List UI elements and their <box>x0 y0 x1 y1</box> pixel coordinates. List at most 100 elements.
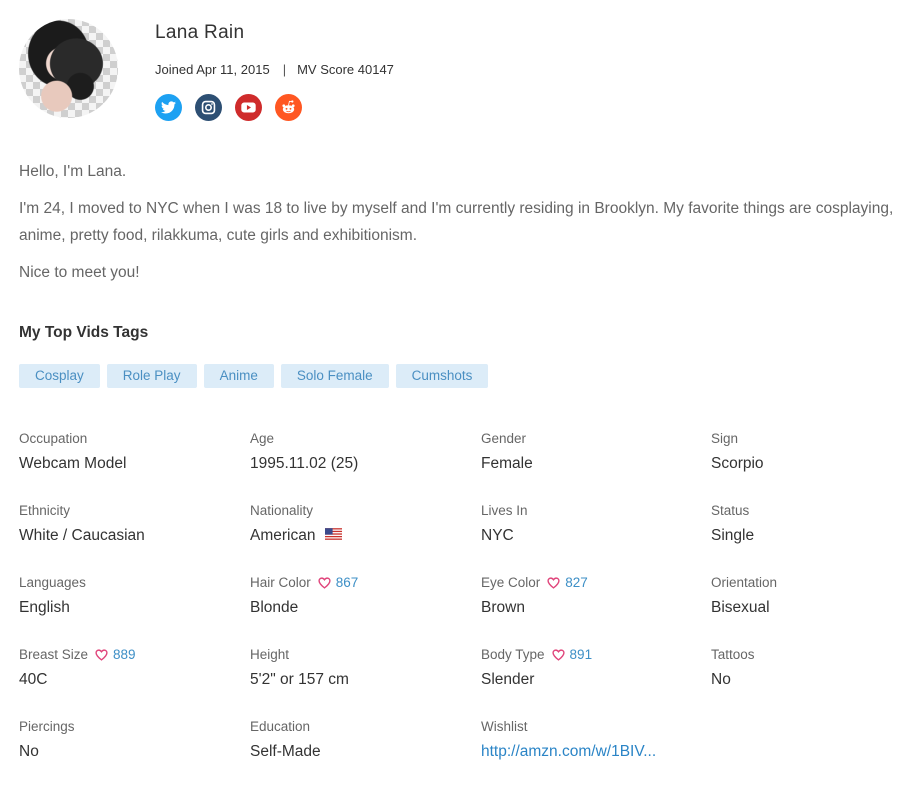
detail-status: Status Single <box>711 502 901 574</box>
heart-icon[interactable] <box>95 648 108 661</box>
bio-paragraph: Hello, I'm Lana. <box>19 163 127 180</box>
detail-occupation: Occupation Webcam Model <box>19 430 250 502</box>
detail-value-text: Slender <box>481 671 535 688</box>
detail-value: 40C <box>19 671 250 689</box>
tags-title: My Top Vids Tags <box>19 324 149 341</box>
detail-value: No <box>19 743 250 761</box>
bio-paragraph: Nice to meet you! <box>19 264 140 281</box>
detail-breast-size: Breast Size 889 40C <box>19 646 250 718</box>
detail-label-text: Gender <box>481 431 527 446</box>
detail-label: Occupation <box>19 430 250 447</box>
tag-chip[interactable]: Cosplay <box>19 364 100 388</box>
detail-nationality: Nationality American <box>250 502 481 574</box>
twitter-link[interactable] <box>155 94 182 121</box>
tag-list: Cosplay Role Play Anime Solo Female Cums… <box>19 364 489 388</box>
detail-label: Ethnicity <box>19 502 250 519</box>
bio-text: Hello, I'm Lana. I'm 24, I moved to NYC … <box>19 158 899 296</box>
reddit-link[interactable] <box>275 94 302 121</box>
detail-value: No <box>711 671 901 689</box>
detail-sign: Sign Scorpio <box>711 430 901 502</box>
detail-value-text: Webcam Model <box>19 455 127 472</box>
detail-label: Orientation <box>711 574 901 591</box>
detail-label: Nationality <box>250 502 481 519</box>
detail-value: English <box>19 599 250 617</box>
joined-date: Joined Apr 11, 2015 <box>155 62 270 77</box>
detail-value: Bisexual <box>711 599 901 617</box>
youtube-link[interactable] <box>235 94 262 121</box>
detail-label-text: Education <box>250 719 311 734</box>
like-count: 827 <box>565 575 588 590</box>
detail-label: Height <box>250 646 481 663</box>
detail-gender: Gender Female <box>481 430 711 502</box>
instagram-icon <box>201 100 216 115</box>
detail-eye-color: Eye Color 827 Brown <box>481 574 711 646</box>
detail-label-text: Languages <box>19 575 86 590</box>
detail-value-text: No <box>711 671 731 688</box>
detail-value: http://amzn.com/w/1BIV... <box>481 743 711 761</box>
tag-chip[interactable]: Role Play <box>106 364 197 388</box>
detail-value: Scorpio <box>711 455 901 473</box>
like-count: 889 <box>113 647 136 662</box>
detail-value-text: Single <box>711 527 755 544</box>
like-count: 867 <box>335 575 359 590</box>
heart-icon[interactable] <box>547 576 560 589</box>
detail-label-text: Lives In <box>481 503 528 518</box>
detail-label: Eye Color 827 <box>481 574 711 591</box>
detail-value-text: White / Caucasian <box>19 527 145 544</box>
tag-chip[interactable]: Anime <box>203 364 274 388</box>
detail-value-text: 40C <box>19 671 48 688</box>
detail-value-text: Self-Made <box>250 743 321 760</box>
tag-chip[interactable]: Cumshots <box>395 364 489 388</box>
detail-value-text: Scorpio <box>711 455 764 472</box>
detail-value: Webcam Model <box>19 455 250 473</box>
detail-value: 1995.11.02 (25) <box>250 455 481 473</box>
detail-label-text: Breast Size <box>19 647 89 662</box>
profile-avatar[interactable] <box>19 19 118 118</box>
profile-details: Occupation Webcam Model Age 1995.11.02 (25)… <box>19 430 899 790</box>
detail-label-text: Height <box>250 647 290 662</box>
detail-value-text: NYC <box>481 527 514 544</box>
detail-label: Languages <box>19 574 250 591</box>
detail-value: American <box>250 527 481 545</box>
us-flag-icon <box>325 527 343 545</box>
detail-label: Sign <box>711 430 901 447</box>
meta-separator: | <box>282 62 287 77</box>
detail-piercings: Piercings No <box>19 718 250 790</box>
detail-ethnicity: Ethnicity White / Caucasian <box>19 502 250 574</box>
detail-label: Tattoos <box>711 646 901 663</box>
detail-value-text: American <box>250 527 316 544</box>
heart-icon[interactable] <box>318 576 331 589</box>
detail-label: Piercings <box>19 718 250 735</box>
detail-value: Female <box>481 455 711 473</box>
youtube-icon <box>241 102 256 113</box>
detail-label: Wishlist <box>481 718 711 735</box>
detail-label: Lives In <box>481 502 711 519</box>
detail-label-text: Ethnicity <box>19 503 71 518</box>
detail-value: Slender <box>481 671 711 689</box>
detail-value: Single <box>711 527 901 545</box>
like-count: 891 <box>569 647 593 662</box>
detail-label: Education <box>250 718 481 735</box>
detail-label: Breast Size 889 <box>19 646 250 663</box>
detail-value-text: English <box>19 599 70 616</box>
detail-value: NYC <box>481 527 711 545</box>
detail-height: Height 5'2" or 157 cm <box>250 646 481 718</box>
detail-value: Brown <box>481 599 711 617</box>
instagram-link[interactable] <box>195 94 222 121</box>
detail-education: Education Self-Made <box>250 718 481 790</box>
detail-value-text: 1995.11.02 (25) <box>250 455 359 472</box>
detail-value-text: Female <box>481 455 533 472</box>
detail-lives-in: Lives In NYC <box>481 502 711 574</box>
detail-label-text: Orientation <box>711 575 778 590</box>
tag-chip[interactable]: Solo Female <box>280 364 389 388</box>
detail-hair-color: Hair Color 867 Blonde <box>250 574 481 646</box>
profile-meta: Joined Apr 11, 2015 | MV Score 40147 <box>155 62 394 77</box>
detail-value-text: No <box>19 743 39 760</box>
wishlist-link[interactable]: http://amzn.com/w/1BIV... <box>481 743 656 761</box>
detail-label: Hair Color 867 <box>250 574 481 591</box>
detail-label-text: Hair Color <box>250 575 311 590</box>
detail-age: Age 1995.11.02 (25) <box>250 430 481 502</box>
detail-label-text: Occupation <box>19 431 88 446</box>
detail-label: Gender <box>481 430 711 447</box>
heart-icon[interactable] <box>551 648 565 661</box>
